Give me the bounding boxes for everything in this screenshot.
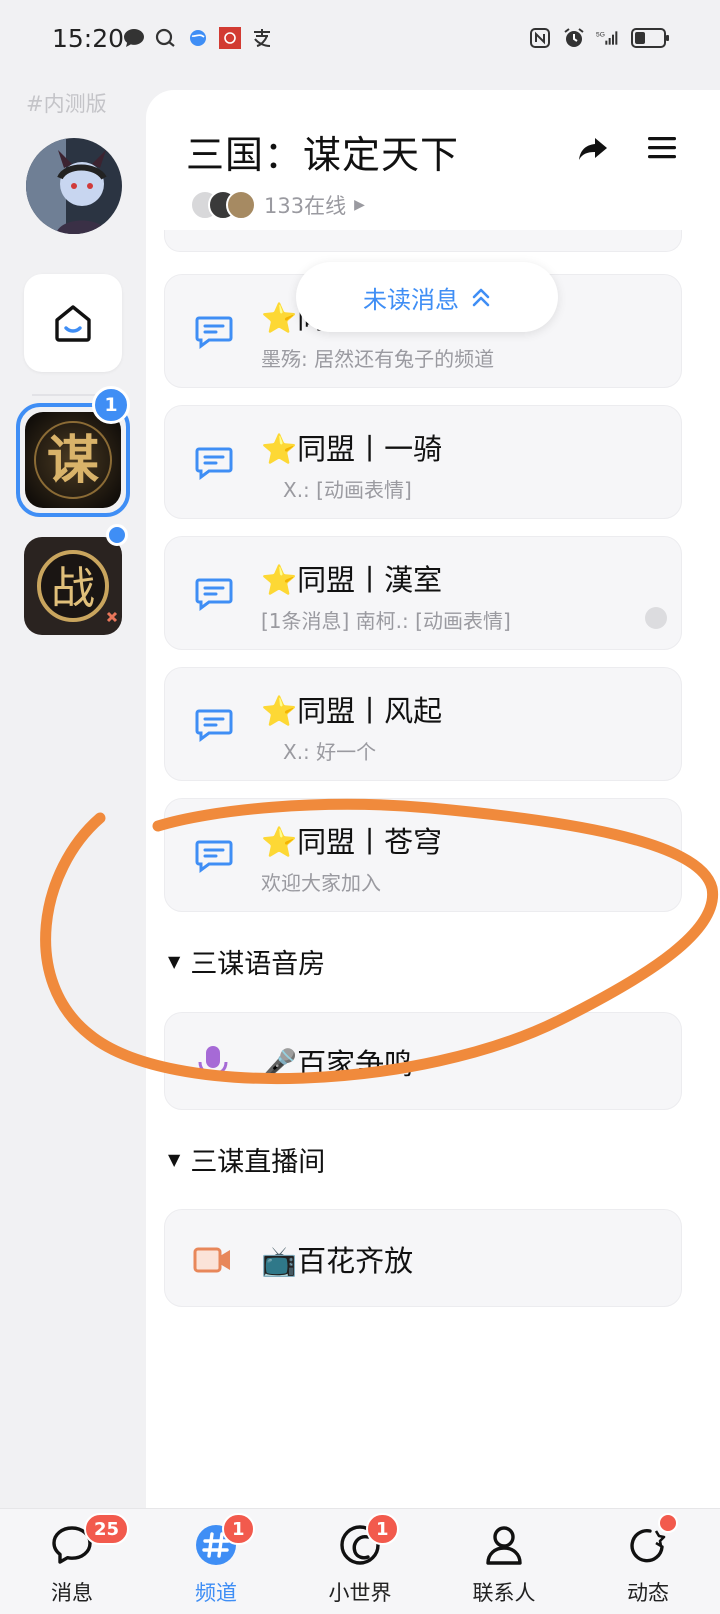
alarm-icon	[562, 26, 586, 50]
triangle-down-icon: ▼	[168, 1150, 181, 1169]
nav-label: 消息	[51, 1581, 93, 1605]
microphone-icon	[198, 1046, 228, 1080]
channel-card[interactable]: ⭐同盟丨风起 X.: 好一个	[164, 667, 682, 781]
online-count: 133在线	[264, 194, 347, 218]
menu-button[interactable]	[646, 132, 686, 172]
nav-channels[interactable]: 1 频道	[156, 1509, 276, 1614]
star-icon: ⭐	[261, 301, 298, 335]
loop-chat-icon	[154, 26, 178, 50]
hamburger-icon	[648, 137, 676, 159]
vpn-globe-icon	[186, 26, 210, 50]
server-unread-badge: 1	[92, 386, 130, 424]
nav-new-dot	[658, 1513, 678, 1533]
server-new-dot	[106, 524, 128, 546]
triangle-down-icon: ▼	[168, 952, 181, 971]
bottom-nav: 25 消息 1 频道 1 小世界 联系人 动态	[0, 1508, 720, 1614]
share-button[interactable]	[576, 132, 616, 172]
unread-messages-button[interactable]: 未读消息	[296, 262, 558, 332]
nav-messages[interactable]: 25 消息	[12, 1509, 132, 1614]
unread-pill-label: 未读消息	[363, 285, 459, 314]
nav-label: 小世界	[328, 1581, 392, 1605]
nfc-icon	[528, 26, 552, 50]
channel-title: ⭐同盟丨漢室	[261, 563, 443, 597]
battery-icon	[630, 26, 672, 50]
text-channel-icon	[195, 840, 233, 873]
room-title: 🎤百家争鸣	[261, 1047, 414, 1081]
svg-text:战: 战	[51, 563, 95, 614]
nav-moments[interactable]: 动态	[588, 1509, 708, 1614]
nav-badge: 25	[84, 1513, 130, 1545]
home-button[interactable]	[24, 274, 122, 372]
alipay-icon	[250, 26, 274, 50]
section-voice-rooms[interactable]: ▼ 三谋语音房	[168, 942, 325, 981]
live-room-card[interactable]: 📺百花齐放	[164, 1209, 682, 1307]
video-camera-icon	[193, 1247, 230, 1273]
nav-label: 动态	[627, 1581, 669, 1605]
beta-label: #内测版	[26, 92, 107, 116]
channel-last-message: 墨殇: 居然还有兔子的频道	[261, 347, 495, 371]
channel-last-message: X.: [动画表情]	[283, 478, 412, 502]
text-channel-icon	[195, 447, 233, 480]
section-live-rooms[interactable]: ▼ 三谋直播间	[168, 1140, 325, 1179]
page-title: 三国：谋定天下	[186, 133, 460, 177]
nav-label: 联系人	[472, 1581, 536, 1605]
home-icon	[55, 305, 91, 342]
caret-right-icon: ▶	[354, 197, 365, 213]
double-chevron-up-icon	[472, 288, 490, 307]
text-channel-icon	[195, 316, 233, 349]
status-time: 15:20	[52, 24, 125, 53]
room-title: 📺百花齐放	[261, 1244, 414, 1278]
app-red-icon	[218, 26, 242, 50]
nav-badge: 1	[222, 1513, 255, 1545]
text-channel-icon	[195, 578, 233, 611]
server-zhan[interactable]: 战	[24, 537, 122, 635]
channel-list-panel: 三国：谋定天下 133在线 ▶ ⭐同盟 墨殇: 居然还有兔子的频道 ⭐同盟丨一骑…	[146, 90, 720, 1510]
section-label: 三谋直播间	[190, 1147, 326, 1178]
text-channel-icon	[195, 709, 233, 742]
status-bar: 15:20 5G	[0, 0, 720, 80]
system-icons: 5G	[528, 26, 672, 50]
channel-title: ⭐同盟丨风起	[261, 694, 443, 728]
channel-card[interactable]: ⭐同盟丨一骑 X.: [动画表情]	[164, 405, 682, 519]
chat-bubble-icon	[122, 26, 146, 50]
channel-card[interactable]: ⭐同盟丨漢室 [1条消息] 南柯.: [动画表情]	[164, 536, 682, 650]
nav-label: 频道	[195, 1581, 237, 1605]
channel-last-message: 欢迎大家加入	[261, 871, 381, 895]
online-avatars	[190, 190, 256, 220]
online-members[interactable]: 133在线 ▶	[190, 190, 365, 220]
nav-contacts[interactable]: 联系人	[444, 1509, 564, 1614]
notification-icons	[122, 26, 274, 50]
nav-badge: 1	[366, 1513, 399, 1545]
voice-room-card[interactable]: 🎤百家争鸣	[164, 1012, 682, 1110]
section-label: 三谋语音房	[190, 949, 326, 980]
channel-card-partial	[164, 230, 682, 252]
unread-dot	[645, 607, 667, 629]
channel-last-message: [1条消息] 南柯.: [动画表情]	[261, 609, 511, 633]
signal-5g-icon: 5G	[596, 26, 620, 50]
svg-text:谋: 谋	[47, 430, 99, 491]
svg-text:5G: 5G	[596, 32, 605, 39]
user-avatar[interactable]	[26, 138, 122, 234]
nav-small-world[interactable]: 1 小世界	[300, 1509, 420, 1614]
channel-last-message: X.: 好一个	[283, 740, 377, 764]
contacts-icon	[486, 1526, 522, 1565]
channel-title: ⭐同盟丨一骑	[261, 432, 443, 466]
channel-card[interactable]: ⭐同盟丨苍穹 欢迎大家加入	[164, 798, 682, 912]
share-arrow-icon	[579, 138, 607, 160]
channel-title: ⭐同盟丨苍穹	[261, 825, 443, 859]
